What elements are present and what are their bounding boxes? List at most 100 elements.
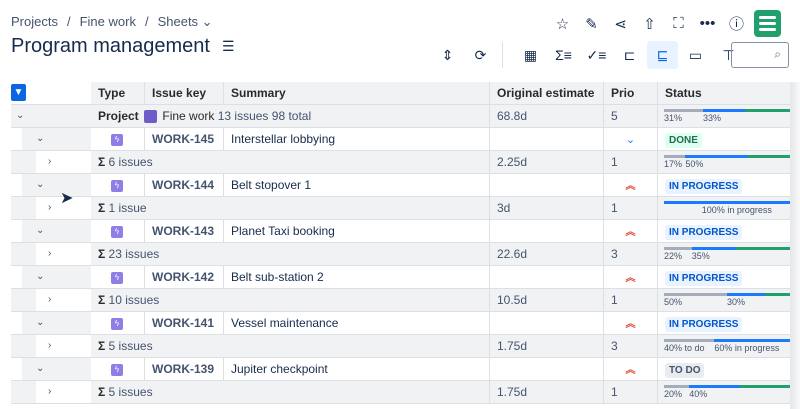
page-title-wrap: Program management ☰ <box>11 35 235 58</box>
chevron-down-icon[interactable]: ⌄ <box>36 174 44 196</box>
chevron-down-icon[interactable]: ⌄ <box>36 358 44 380</box>
refresh-icon[interactable]: ⟳ <box>465 41 496 69</box>
issue-key[interactable]: WORK-142 <box>145 266 224 288</box>
chevron-right-icon[interactable]: › <box>48 381 51 403</box>
children-expand[interactable]: › <box>36 335 91 357</box>
children-expand[interactable]: › <box>36 381 91 403</box>
summary-cell[interactable]: Vessel maintenance <box>224 312 490 334</box>
timeline-icon[interactable]: ▦ <box>515 41 546 69</box>
issue-row[interactable]: ⌄ ϟ WORK-142 Belt sub-station 2 ︽ IN PRO… <box>11 266 790 289</box>
status-progress-cell: 40% to do 60% in progress <box>658 335 790 357</box>
breadcrumb-sheets[interactable]: Sheets ⌄ <box>158 14 213 30</box>
status-badge[interactable]: IN PROGRESS <box>665 317 743 332</box>
chevron-right-icon[interactable]: › <box>48 151 51 173</box>
issue-key[interactable]: WORK-145 <box>145 128 224 150</box>
search-input[interactable]: ⌕ <box>731 42 789 68</box>
summary-cell[interactable]: Belt stopover 1 <box>224 174 490 196</box>
issue-expand[interactable]: ⌄ <box>22 174 91 196</box>
column-header-issue-key[interactable]: Issue key <box>145 82 224 104</box>
filter-button[interactable]: ▼ <box>11 84 26 101</box>
column-header-prio[interactable]: Prio <box>604 82 658 104</box>
estimate-cell <box>490 266 604 288</box>
more-icon[interactable]: ••• <box>693 12 722 36</box>
sum-icon[interactable]: Σ≡ <box>548 41 579 69</box>
column-header-status[interactable]: Status <box>658 82 790 104</box>
breadcrumb-fine-work[interactable]: Fine work <box>80 14 136 30</box>
issue-row[interactable]: ⌄ ϟ WORK-139 Jupiter checkpoint ︽ TO DO <box>11 358 790 381</box>
project-name[interactable]: Fine work <box>162 109 214 123</box>
summary-cell[interactable]: Jupiter checkpoint <box>224 358 490 380</box>
export-icon[interactable]: ⇧ <box>635 12 664 36</box>
status-cell[interactable]: DONE <box>658 128 790 150</box>
issue-expand[interactable]: ⌄ <box>22 220 91 242</box>
collapse-icon[interactable]: ⇕ <box>432 41 463 69</box>
prio-cell: ⌄ <box>604 128 658 150</box>
children-cell: Σ 5 issues <box>91 381 490 403</box>
issue-row[interactable]: ⌄ ϟ WORK-141 Vessel maintenance ︽ IN PRO… <box>11 312 790 335</box>
column-header-summary[interactable]: Summary <box>224 82 490 104</box>
issue-row[interactable]: ⌄ ϟ WORK-143 Planet Taxi booking ︽ IN PR… <box>11 220 790 243</box>
summary-cell[interactable]: Planet Taxi booking <box>224 220 490 242</box>
status-cell[interactable]: IN PROGRESS <box>658 312 790 334</box>
summary-cell[interactable]: Interstellar lobbying <box>224 128 490 150</box>
children-expand[interactable]: › <box>36 151 91 173</box>
pencil-icon[interactable]: ✎ <box>577 12 606 36</box>
issue-key[interactable]: WORK-141 <box>145 312 224 334</box>
issue-expand[interactable]: ⌄ <box>22 312 91 334</box>
chevron-down-icon[interactable]: ⌄ <box>36 220 44 242</box>
issue-expand[interactable]: ⌄ <box>22 128 91 150</box>
issue-expand[interactable]: ⌄ <box>22 266 91 288</box>
status-progress-cell: 20% 40% <box>658 381 790 403</box>
issue-key[interactable]: WORK-139 <box>145 358 224 380</box>
help-icon[interactable]: ⓘ <box>722 12 751 36</box>
menu-lines-icon[interactable]: ☰ <box>222 38 235 55</box>
summary-cell[interactable]: Belt sub-station 2 <box>224 266 490 288</box>
issue-key[interactable]: WORK-144 <box>145 174 224 196</box>
breadcrumb-projects[interactable]: Projects <box>11 14 58 30</box>
tree-icon[interactable]: ⊑ <box>647 41 678 69</box>
status-cell[interactable]: IN PROGRESS <box>658 266 790 288</box>
checklist-icon[interactable]: ✓≡ <box>581 41 612 69</box>
chevron-right-icon[interactable]: › <box>48 197 51 219</box>
fullscreen-icon[interactable]: ⛶ <box>664 12 693 36</box>
prio-cell: 1 <box>604 381 658 403</box>
chevron-down-icon[interactable]: ⌄ <box>16 105 24 127</box>
column-header-original-estimate[interactable]: Original estimate <box>490 82 604 104</box>
children-expand[interactable]: › <box>36 289 91 311</box>
status-cell[interactable]: IN PROGRESS <box>658 220 790 242</box>
toolbar: ⇕ ⟳ ▦ Σ≡ ✓≡ ⊏ ⊑ ▭ ⊤ <box>432 41 746 69</box>
hierarchy-icon[interactable]: ⊏ <box>614 41 645 69</box>
project-expand[interactable]: ⌄ <box>11 105 91 127</box>
issue-row[interactable]: ⌄ ϟ WORK-145 Interstellar lobbying ⌄ DON… <box>11 128 790 151</box>
rows-icon[interactable]: ▭ <box>680 41 711 69</box>
chevron-right-icon[interactable]: › <box>48 335 51 357</box>
app-logo[interactable] <box>754 10 781 37</box>
chevron-down-icon[interactable]: ⌄ <box>36 312 44 334</box>
share-icon[interactable]: ⋖ <box>606 12 635 36</box>
progress-segment <box>664 339 715 342</box>
progress-label: 31% <box>664 113 683 123</box>
status-cell[interactable]: TO DO <box>658 358 790 380</box>
issue-row[interactable]: ⌄ ϟ WORK-144 Belt stopover 1 ︽ IN PROGRE… <box>11 174 790 197</box>
children-expand[interactable]: › <box>36 243 91 265</box>
type-cell: ϟ <box>91 312 145 334</box>
estimate-cell <box>490 220 604 242</box>
children-cell: Σ 10 issues <box>91 289 490 311</box>
chevron-right-icon[interactable]: › <box>48 243 51 265</box>
chevron-down-icon[interactable]: ⌄ <box>36 266 44 288</box>
issue-key[interactable]: WORK-143 <box>145 220 224 242</box>
status-badge[interactable]: DONE <box>665 133 702 148</box>
sigma-icon: Σ <box>98 247 106 261</box>
issue-expand[interactable]: ⌄ <box>22 358 91 380</box>
chevron-right-icon[interactable]: › <box>48 289 51 311</box>
status-badge[interactable]: TO DO <box>665 363 705 378</box>
status-badge[interactable]: IN PROGRESS <box>665 179 743 194</box>
children-summary-row: › Σ 5 issues 1.75d 3 40% to do 60% in pro… <box>11 335 790 358</box>
status-badge[interactable]: IN PROGRESS <box>665 271 743 286</box>
star-icon[interactable]: ☆ <box>548 12 577 36</box>
status-cell[interactable]: IN PROGRESS <box>658 174 790 196</box>
status-badge[interactable]: IN PROGRESS <box>665 225 743 240</box>
chevron-down-icon[interactable]: ⌄ <box>36 128 44 150</box>
column-header-type[interactable]: Type <box>91 82 145 104</box>
search-icon: ⌕ <box>774 47 781 61</box>
